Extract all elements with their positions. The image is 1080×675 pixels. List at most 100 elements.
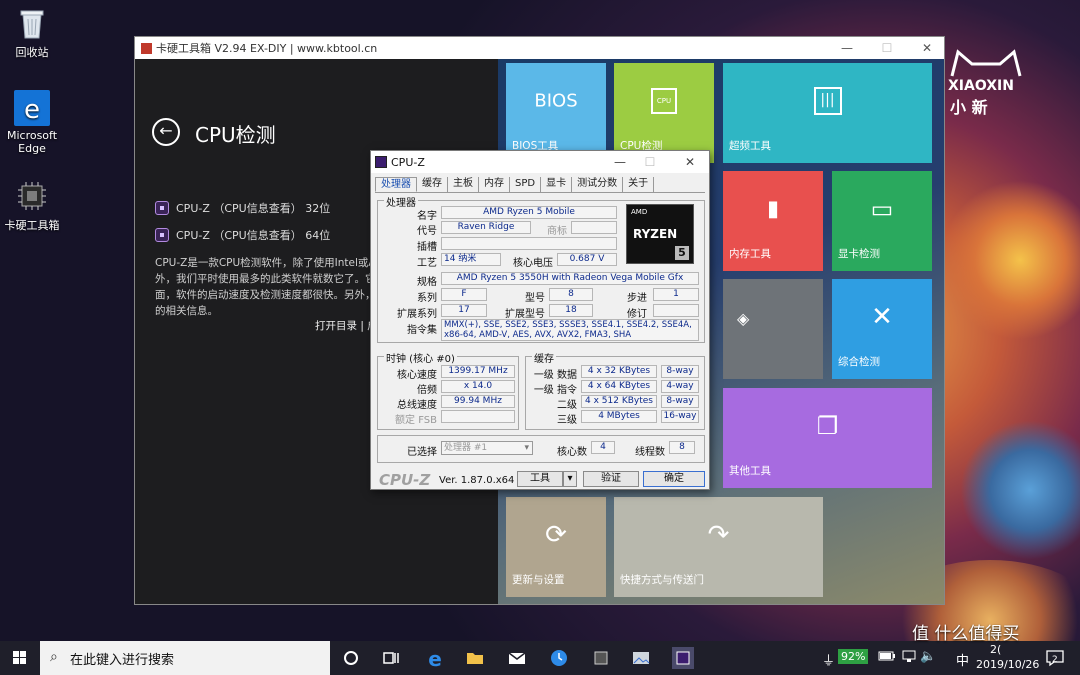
- tile-other[interactable]: ❐ 其他工具: [723, 388, 932, 488]
- technology-value: 14 纳米: [441, 253, 501, 266]
- l1-inst-ways: 4-way: [661, 380, 699, 393]
- minimize-button[interactable]: —: [605, 151, 635, 173]
- tile-cpu[interactable]: CPU CPU检测: [614, 63, 714, 163]
- tab-mainboard[interactable]: 主板: [448, 177, 479, 192]
- start-button[interactable]: [0, 641, 40, 675]
- battery-icon[interactable]: [878, 649, 896, 675]
- desktop-icon-kbtool[interactable]: 卡硬工具箱: [0, 178, 64, 233]
- maximize-button[interactable]: ☐: [635, 151, 665, 173]
- edge-icon[interactable]: e: [424, 647, 446, 671]
- tab-memory[interactable]: 内存: [479, 177, 510, 192]
- processor-select-value: 处理器 #1: [444, 443, 488, 453]
- cpuz-titlebar[interactable]: CPU-Z — ☐ ✕: [371, 151, 709, 173]
- tools-dropdown-button[interactable]: ▾: [563, 471, 577, 487]
- tab-bench[interactable]: 测试分数: [572, 177, 624, 192]
- kbtool-taskbar-icon[interactable]: [590, 647, 612, 669]
- wallpaper-swirl: [940, 180, 1080, 340]
- ime-indicator[interactable]: 中: [956, 650, 969, 675]
- taskbar-search-box[interactable]: ⌕ 在此键入进行搜索: [40, 641, 330, 675]
- tile-update[interactable]: ⟳ 更新与设置: [506, 497, 606, 597]
- ryzen-logo-text: RYZEN: [633, 227, 678, 241]
- instructions-value: MMX(+), SSE, SSE2, SSE3, SSSE3, SSE4.1, …: [441, 319, 699, 341]
- tile-diagnostics[interactable]: ✕ 综合检测: [832, 279, 932, 379]
- bios-icon: BIOS: [534, 90, 578, 112]
- package-label: 插槽: [417, 242, 437, 253]
- back-button[interactable]: ←: [152, 118, 180, 146]
- desktop-icon-label: 回收站: [15, 46, 49, 59]
- refresh-icon: ⟳: [545, 520, 567, 550]
- codename-value: Raven Ridge: [441, 221, 531, 234]
- processor-select[interactable]: 处理器 #1 ▾: [441, 441, 533, 455]
- ryzen-tier-badge: 5: [675, 246, 689, 260]
- tile-label: 显卡检测: [838, 248, 880, 260]
- tile-label: 超频工具: [729, 140, 771, 152]
- l2-ways: 8-way: [661, 395, 699, 408]
- tab-about[interactable]: 关于: [623, 177, 655, 192]
- amd-logo-text: AMD: [631, 208, 648, 216]
- desktop-icon-recycle-bin[interactable]: 回收站: [0, 5, 64, 60]
- tile-gpu[interactable]: ▭ 显卡检测: [832, 171, 932, 271]
- cpuz-taskbar-icon[interactable]: [672, 647, 694, 669]
- version-label: Ver. 1.87.0.x64: [439, 475, 515, 486]
- voltage-value: 0.687 V: [557, 253, 617, 266]
- tile-overclock[interactable]: ||| 超频工具: [723, 63, 932, 163]
- tile-shortcuts[interactable]: ↷ 快捷方式与传送门: [614, 497, 823, 597]
- tile-storage[interactable]: ◈: [723, 279, 823, 379]
- tile-memory[interactable]: ▮ 内存工具: [723, 171, 823, 271]
- kbtool-titlebar[interactable]: 卡硬工具箱 V2.94 EX-DIY | www.kbtool.cn — ☐ ✕: [135, 37, 944, 59]
- fsb-value: [441, 410, 515, 423]
- minimize-button[interactable]: —: [827, 37, 867, 59]
- bus-speed-label: 总线速度: [397, 400, 437, 411]
- validate-button[interactable]: 验证: [583, 471, 639, 487]
- clock-date[interactable]: 2019/10/26: [976, 658, 1039, 675]
- tile-label: 内存工具: [729, 248, 771, 260]
- brand-line1: XIAOXIN: [948, 78, 1014, 94]
- tile-bios[interactable]: BIOS BIOS工具: [506, 63, 606, 163]
- battery-indicator[interactable]: 92%: [838, 649, 869, 675]
- close-button[interactable]: ✕: [675, 151, 705, 173]
- model-value: 8: [549, 288, 593, 301]
- desktop-icon-edge[interactable]: e Microsoft Edge: [0, 90, 64, 155]
- chip-icon: [14, 178, 50, 214]
- l3-ways: 16-way: [661, 410, 699, 423]
- multiplier-label: 倍频: [417, 385, 437, 396]
- bus-speed-value: 99.94 MHz: [441, 395, 515, 408]
- group-title: 缓存: [532, 350, 556, 365]
- app-icon: [141, 42, 152, 54]
- notification-button[interactable]: 2: [1044, 647, 1066, 669]
- cortana-icon[interactable]: [340, 647, 362, 669]
- chevron-down-icon: ▾: [567, 473, 573, 484]
- maximize-button[interactable]: ☐: [867, 37, 907, 59]
- close-button[interactable]: ✕: [907, 37, 944, 59]
- tab-spd[interactable]: SPD: [510, 177, 542, 192]
- tab-graphics[interactable]: 显卡: [541, 177, 573, 192]
- tool-links[interactable]: 打开目录 | 启: [315, 318, 378, 333]
- l2-label: 二级: [557, 400, 577, 411]
- notification-count: 2: [1052, 655, 1058, 665]
- cat-ears-icon: [950, 49, 1022, 77]
- mail-icon[interactable]: [506, 647, 528, 669]
- tab-cache[interactable]: 缓存: [417, 177, 448, 192]
- tile-label: 其他工具: [729, 465, 771, 477]
- file-explorer-icon[interactable]: [464, 647, 486, 669]
- amd-ryzen-logo: AMD RYZEN 5: [626, 204, 694, 264]
- ext-model-value: 18: [549, 304, 593, 317]
- threads-label: 线程数: [635, 447, 665, 458]
- task-view-icon[interactable]: [380, 647, 402, 669]
- svg-text:e: e: [24, 95, 40, 125]
- tools-button[interactable]: 工具: [517, 471, 563, 487]
- window-title: 卡硬工具箱 V2.94 EX-DIY | www.kbtool.cn: [156, 42, 378, 55]
- ok-button[interactable]: 确定: [643, 471, 705, 487]
- recycle-bin-icon: [14, 5, 50, 41]
- clock-app-icon[interactable]: [548, 647, 570, 669]
- brand-label: 商标: [547, 226, 567, 237]
- power-plug-icon[interactable]: ⏚: [822, 650, 835, 675]
- package-value: [441, 237, 617, 250]
- l1-inst-label: 一级 指令: [533, 385, 577, 396]
- image-viewer-icon[interactable]: [630, 647, 652, 669]
- l1-inst-value: 4 x 64 KBytes: [581, 380, 657, 393]
- cpuz-icon: [155, 201, 169, 215]
- multiplier-value: x 14.0: [441, 380, 515, 393]
- ext-model-label: 扩展型号: [505, 309, 545, 320]
- tab-processor[interactable]: 处理器: [375, 177, 417, 192]
